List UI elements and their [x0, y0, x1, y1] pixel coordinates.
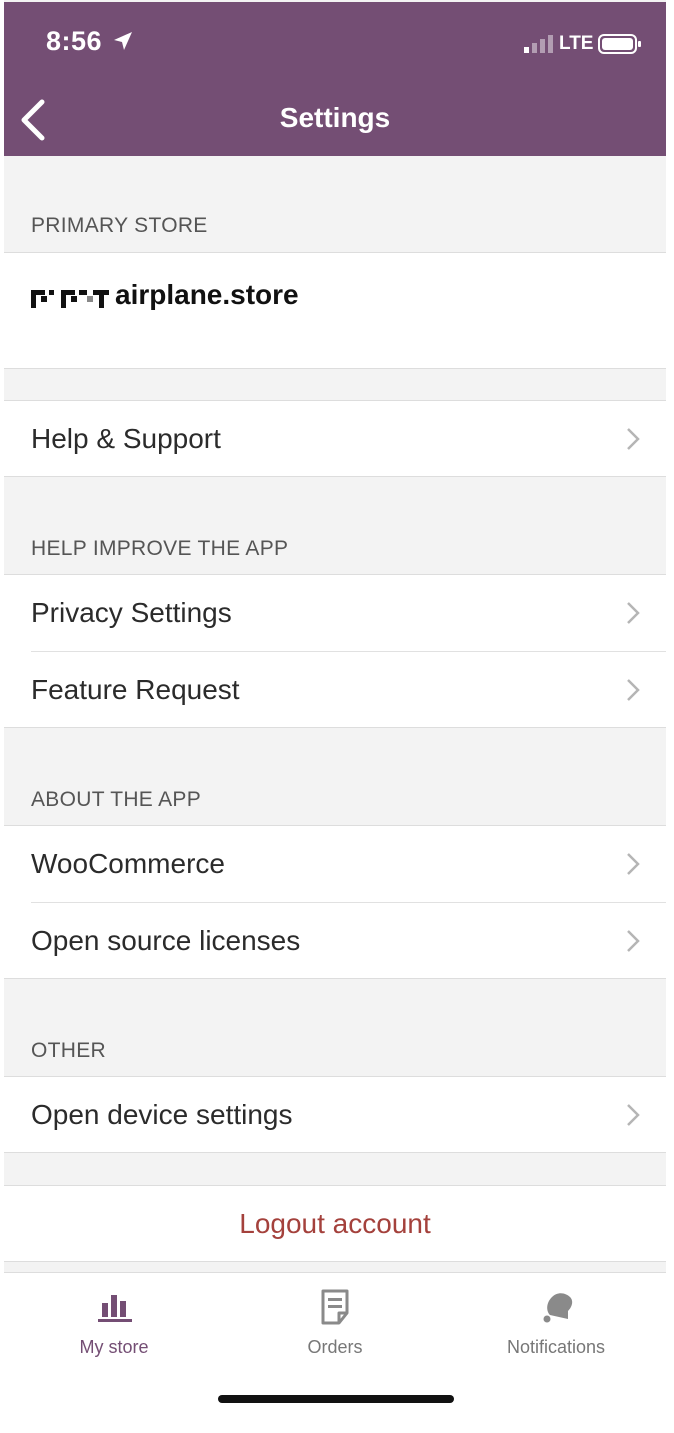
chevron-right-icon: [627, 1104, 640, 1126]
chevron-right-icon: [627, 679, 640, 701]
tab-my-store[interactable]: My store: [4, 1273, 224, 1383]
logout-button[interactable]: Logout account: [4, 1208, 666, 1240]
chevron-right-icon: [627, 930, 640, 952]
bottom-tab-bar: My store Orders Notifications: [4, 1272, 666, 1433]
battery-icon: [598, 34, 641, 54]
help-support-label: Help & Support: [31, 423, 221, 454]
store-domain: airplane.store: [115, 279, 299, 310]
woocommerce-row[interactable]: WooCommerce: [4, 826, 666, 902]
page-title: Settings: [279, 102, 391, 133]
help-support-row[interactable]: Help & Support: [4, 400, 666, 477]
status-time: 8:56: [46, 26, 103, 56]
tab-label-my-store: My store: [79, 1337, 149, 1357]
about-group: WooCommerce Open source licenses: [4, 825, 666, 979]
privacy-settings-label: Privacy Settings: [31, 597, 232, 628]
app-header: 8:56 LTE Settings: [4, 2, 666, 156]
redacted-text: [31, 289, 109, 308]
section-header-about: ABOUT THE APP: [31, 788, 202, 811]
section-header-help-improve: HELP IMPROVE THE APP: [31, 537, 289, 560]
chevron-right-icon: [627, 853, 640, 875]
logout-row[interactable]: Logout account: [4, 1185, 666, 1262]
store-name: airplane.store: [31, 279, 299, 311]
tab-label-notifications: Notifications: [506, 1337, 606, 1357]
signal-strength-icon: [524, 35, 553, 53]
open-device-settings-row[interactable]: Open device settings: [4, 1076, 666, 1153]
document-icon: [321, 1289, 349, 1325]
feature-request-label: Feature Request: [31, 674, 240, 705]
privacy-settings-row[interactable]: Privacy Settings: [4, 575, 666, 651]
chevron-right-icon: [627, 428, 640, 450]
network-type: LTE: [559, 33, 594, 54]
home-indicator[interactable]: [218, 1395, 454, 1403]
bar-chart-icon: [98, 1295, 132, 1322]
section-header-primary-store: PRIMARY STORE: [31, 214, 208, 237]
help-improve-group: Privacy Settings Feature Request: [4, 574, 666, 728]
bell-icon: [543, 1293, 573, 1323]
tab-orders[interactable]: Orders: [225, 1273, 445, 1383]
open-source-licenses-row[interactable]: Open source licenses: [4, 903, 666, 978]
open-device-settings-label: Open device settings: [31, 1099, 293, 1130]
open-source-licenses-label: Open source licenses: [31, 925, 301, 956]
chevron-right-icon: [627, 602, 640, 624]
primary-store-row: airplane.store: [4, 252, 666, 369]
location-arrow-icon: [114, 32, 132, 50]
woocommerce-label: WooCommerce: [31, 848, 225, 879]
tab-label-orders: Orders: [307, 1337, 363, 1357]
feature-request-row[interactable]: Feature Request: [4, 652, 666, 727]
section-header-other: OTHER: [31, 1039, 106, 1062]
settings-screen: 8:56 LTE Settings PRIMARY STORE airplane…: [4, 0, 666, 1433]
tab-notifications[interactable]: Notifications: [446, 1273, 666, 1383]
